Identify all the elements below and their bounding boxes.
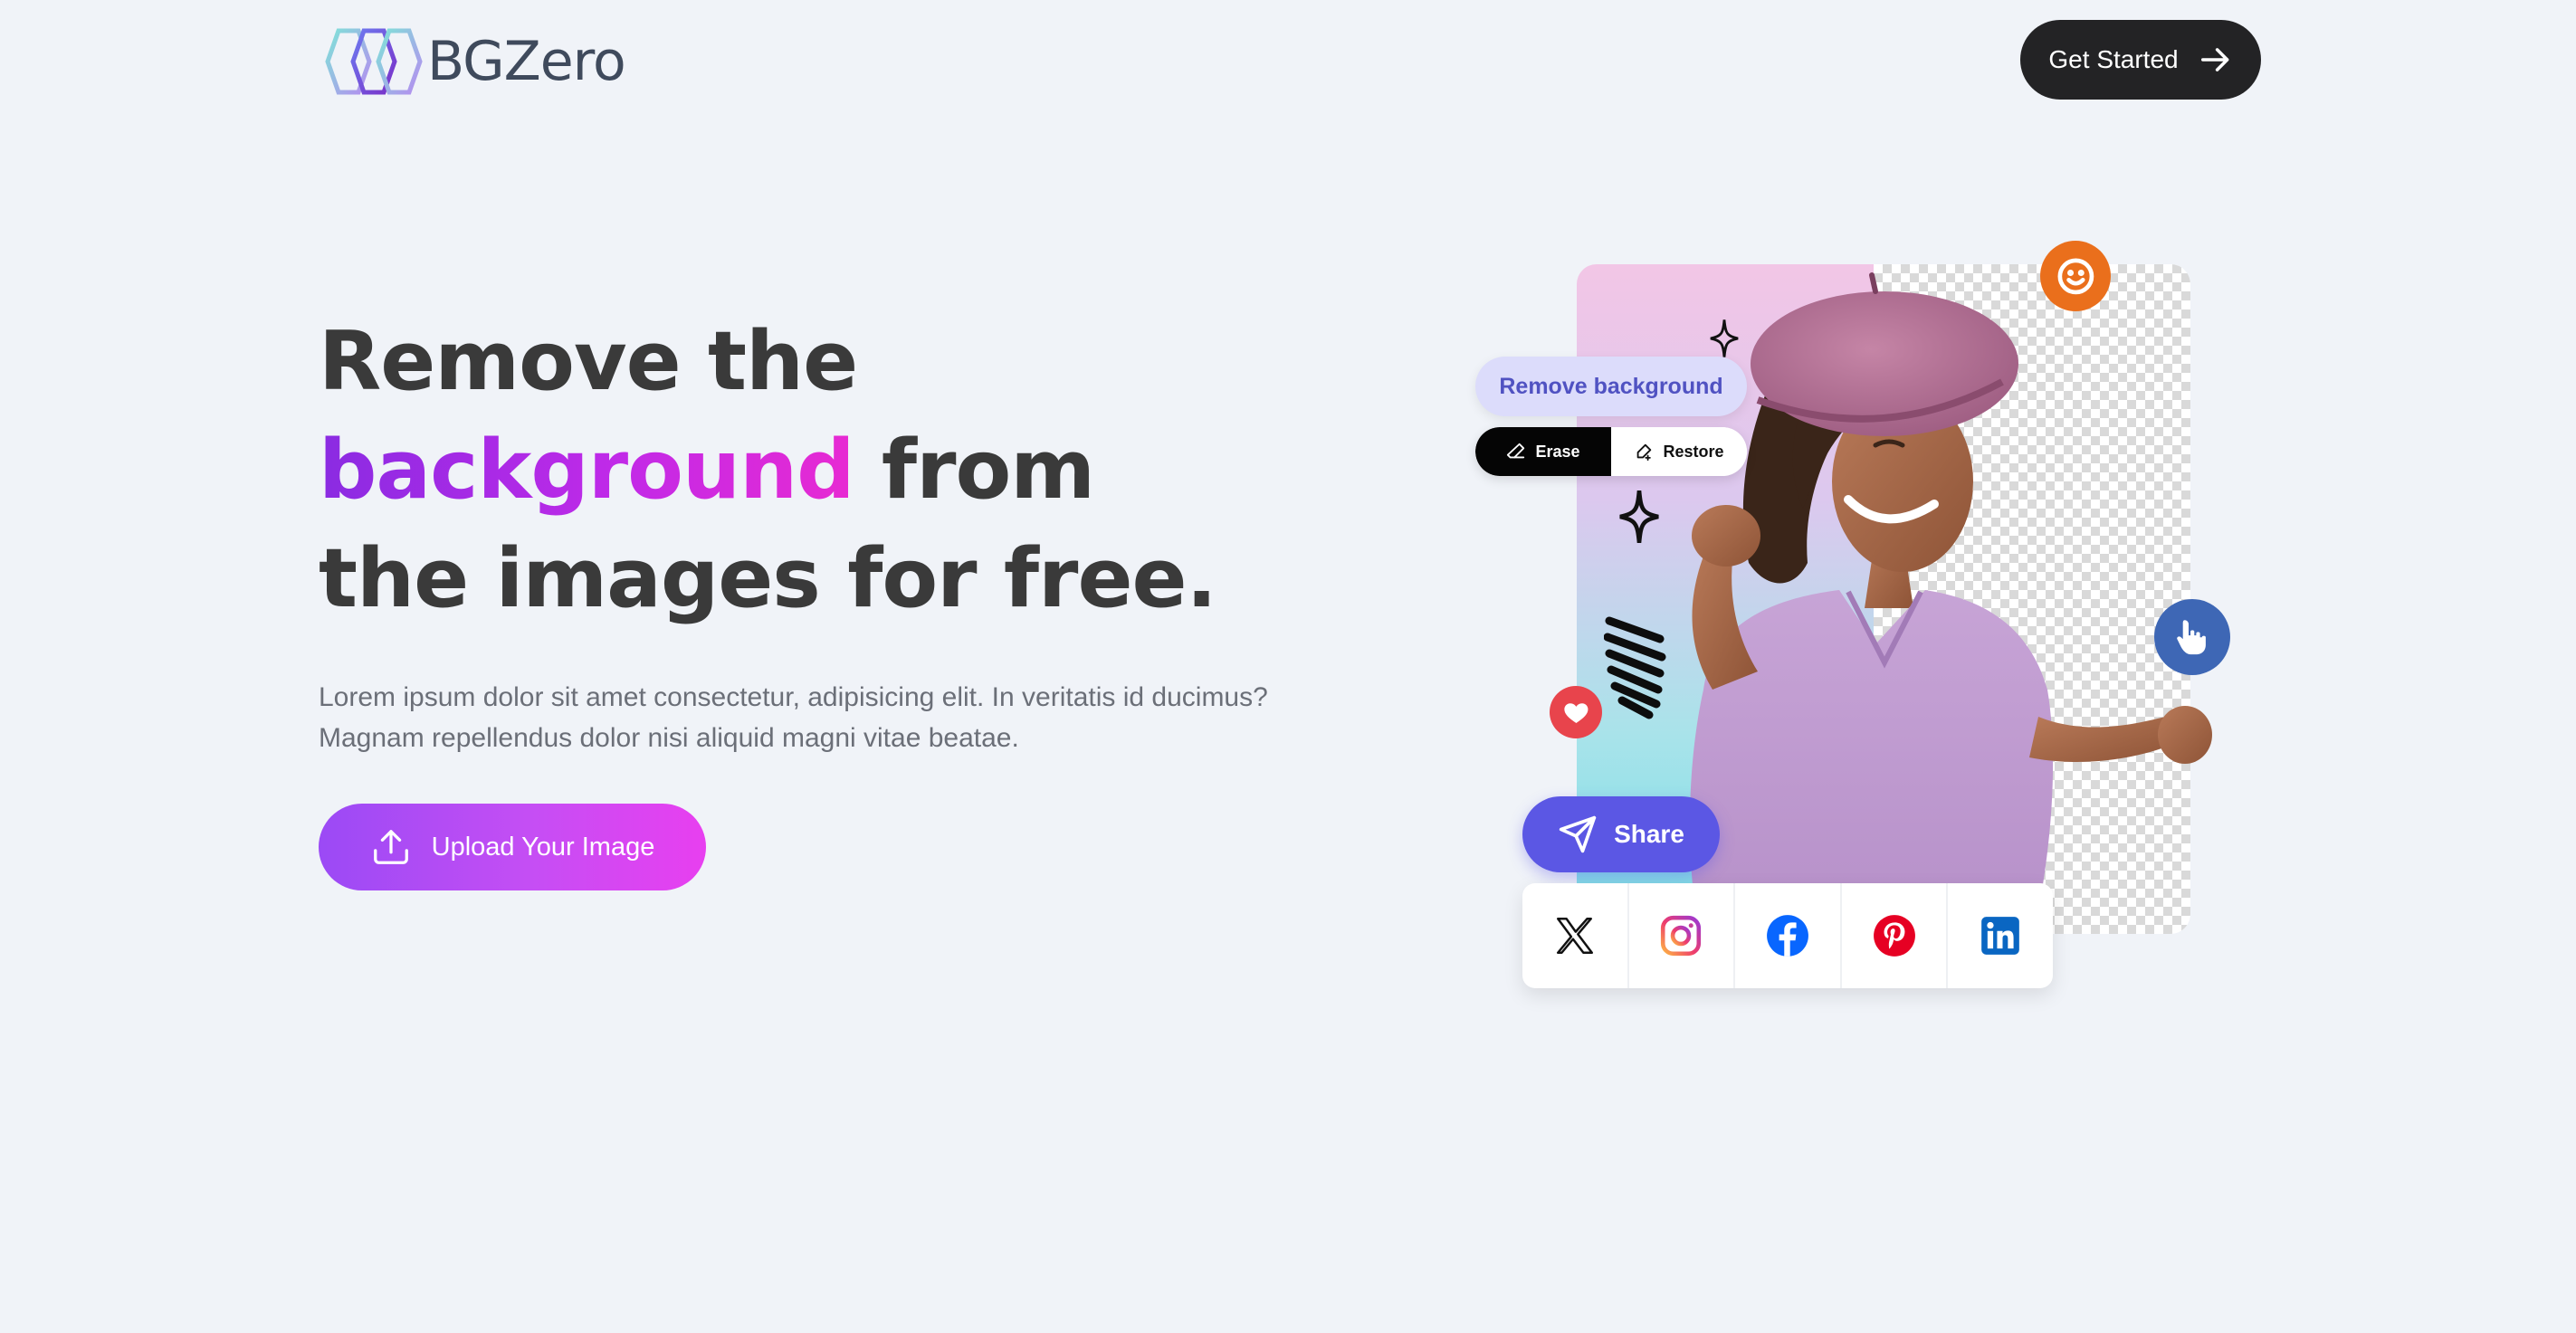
instagram-icon <box>1661 915 1702 957</box>
logo-text: BGZero <box>427 30 626 93</box>
upload-image-button[interactable]: Upload Your Image <box>319 804 706 890</box>
pointer-badge <box>2154 599 2230 675</box>
heart-badge <box>1550 686 1602 738</box>
restore-brush-icon <box>1637 443 1652 462</box>
sparkle-icon <box>1710 319 1739 357</box>
hand-pointer-icon <box>2176 620 2206 654</box>
heart-icon <box>1563 702 1589 723</box>
hero-title-line1: Remove the <box>319 314 858 409</box>
hero-title-line2-rest: from <box>854 423 1095 518</box>
smile-badge <box>2040 241 2111 311</box>
restore-button[interactable]: Restore <box>1611 427 1747 476</box>
share-label: Share <box>1614 820 1684 848</box>
remove-background-label: Remove background <box>1499 373 1723 399</box>
hero-subtitle-line1: Lorem ipsum dolor sit amet consectetur, … <box>319 682 1268 712</box>
restore-label: Restore <box>1663 442 1724 461</box>
linkedin-icon <box>1981 917 2020 955</box>
share-pinterest[interactable] <box>1842 883 1949 988</box>
share-button[interactable]: Share <box>1522 796 1720 872</box>
logo[interactable]: BGZero <box>319 25 626 98</box>
upload-label: Upload Your Image <box>431 832 655 862</box>
pinterest-icon <box>1873 915 1915 957</box>
share-linkedin[interactable] <box>1948 883 2053 988</box>
remove-background-chip[interactable]: Remove background <box>1475 357 1747 416</box>
get-started-label: Get Started <box>2048 45 2179 73</box>
share-instagram[interactable] <box>1629 883 1736 988</box>
upload-icon <box>373 830 408 864</box>
logo-mark-icon <box>325 28 423 95</box>
share-facebook[interactable] <box>1735 883 1842 988</box>
hero-title-highlight: background <box>319 423 855 518</box>
x-icon <box>1556 918 1593 954</box>
hero-subtitle-line2: Magnam repellendus dolor nisi aliquid ma… <box>319 723 1019 753</box>
hero-title-line3: the images for free. <box>319 531 1217 626</box>
hero-subtitle: Lorem ipsum dolor sit amet consectetur, … <box>319 677 1332 758</box>
erase-button[interactable]: Erase <box>1475 427 1611 476</box>
eraser-icon <box>1507 443 1525 459</box>
send-icon <box>1559 815 1597 853</box>
share-x[interactable] <box>1522 883 1629 988</box>
erase-label: Erase <box>1535 442 1580 461</box>
smile-icon <box>2057 258 2094 294</box>
social-share-bar <box>1522 883 2053 988</box>
get-started-button[interactable]: Get Started <box>2020 20 2261 100</box>
scribble-icon <box>1604 616 1666 719</box>
arrow-right-icon <box>2200 48 2229 71</box>
facebook-icon <box>1767 915 1808 957</box>
erase-restore-toggle: Erase Restore <box>1475 427 1747 476</box>
hero-title: Remove the background from the images fo… <box>319 308 1217 633</box>
sparkle-large-icon <box>1619 490 1659 543</box>
hero-illustration: Remove background Erase Restore Share <box>0 0 2576 1333</box>
